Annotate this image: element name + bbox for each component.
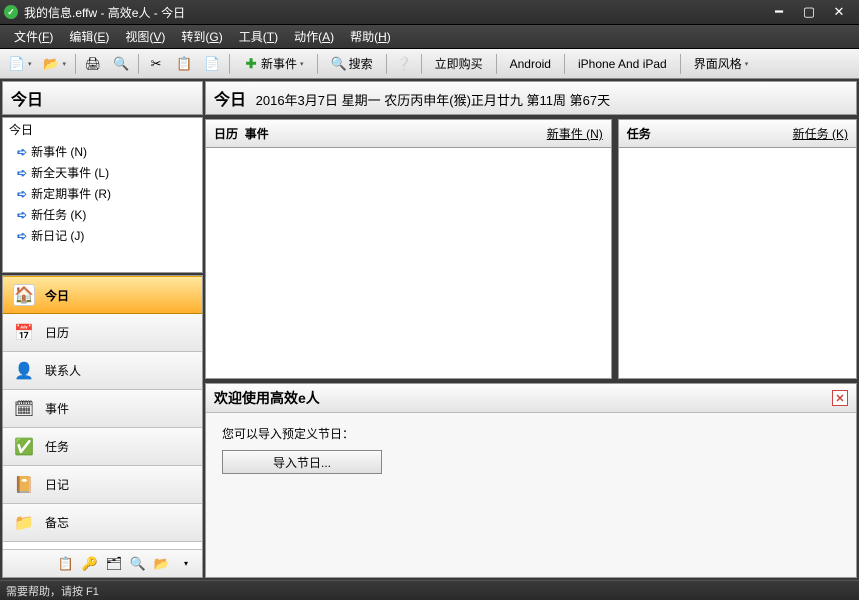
nav-list: 🏠今日 📅日历 👤联系人 🗓事件 ✅任务 📔日记 📁备忘 📋 🔑 🗂 🔍 📂 ▾ [2,275,203,578]
maximize-button[interactable]: ▢ [799,5,819,19]
welcome-close-button[interactable]: ✕ [832,390,848,406]
nav-diary[interactable]: 📔日记 [3,466,202,504]
help-icon: ❔ [396,56,412,72]
date-text: 2016年3月7日 星期一 农历丙申年(猴)正月廿九 第11周 第67天 [256,93,610,108]
help-button[interactable]: ❔ [391,53,417,75]
date-header: 今日 2016年3月7日 星期一 农历丙申年(猴)正月廿九 第11周 第67天 [205,81,857,115]
tree-item[interactable]: ➪新日记 (J) [3,225,202,246]
new-event-button[interactable]: ✚新事件▾ [234,53,313,75]
event-label: 事件 [245,125,269,142]
nav-footer: 📋 🔑 🗂 🔍 📂 ▾ [3,549,202,577]
close-button[interactable]: ✕ [829,5,849,19]
status-text: 需要帮助，请按 F1 [6,583,99,599]
tree-item[interactable] [3,246,202,264]
open-button[interactable]: 📂▾ [39,53,72,75]
calendar-label: 日历 [214,125,238,142]
tree-item[interactable]: ➪新事件 (N) [3,141,202,162]
import-holidays-button[interactable]: 导入节日... [222,450,382,474]
tree-item[interactable]: ➪新定期事件 (R) [3,183,202,204]
tasks-icon: ✅ [13,436,35,458]
search-button[interactable]: 🔍搜索 [322,53,382,75]
menubar: 文件(F) 编辑(E) 视图(V) 转到(G) 工具(T) 动作(A) 帮助(H… [0,25,859,49]
welcome-title: 欢迎使用高效e人 [214,388,320,408]
tree-item[interactable]: ➪新全天事件 (L) [3,162,202,183]
print-button[interactable]: 🖨 [80,53,106,75]
tree-root[interactable]: 今日 [3,118,202,141]
events-column-header: 日历 事件 新事件 (N) [205,119,612,148]
iphone-button[interactable]: iPhone And iPad [569,53,676,75]
minimize-button[interactable]: ━ [769,5,789,19]
paste-button[interactable]: 📄 [199,53,225,75]
nav-contacts[interactable]: 👤联系人 [3,352,202,390]
cut-button[interactable]: ✂ [143,53,169,75]
task-label: 任务 [627,125,651,142]
arrow-right-icon: ➪ [17,166,27,180]
events-list-body[interactable] [205,148,612,379]
new-event-link[interactable]: 新事件 (N) [547,125,603,142]
arrow-right-icon: ➪ [17,145,27,159]
nav-today[interactable]: 🏠今日 [3,276,202,314]
skin-button[interactable]: 界面风格▾ [685,53,758,75]
buy-now-button[interactable]: 立即购买 [426,53,492,75]
new-doc-icon: 📄 [9,56,25,72]
menu-goto[interactable]: 转到(G) [173,26,230,47]
today-label: 今日 [214,92,246,109]
notes-icon: 📁 [13,512,35,534]
tree-item[interactable]: ➪新任务 (K) [3,204,202,225]
tree-area[interactable]: 今日 ➪新事件 (N) ➪新全天事件 (L) ➪新定期事件 (R) ➪新任务 (… [2,117,203,273]
arrow-right-icon: ➪ [17,208,27,222]
arrow-right-icon: ➪ [17,187,27,201]
print-icon: 🖨 [85,56,101,72]
tasks-list-body[interactable] [618,148,857,379]
arrow-right-icon: ➪ [17,229,27,243]
menu-view[interactable]: 视图(V) [117,26,173,47]
nav-events[interactable]: 🗓事件 [3,390,202,428]
welcome-panel: 欢迎使用高效e人 ✕ 您可以导入预定义节日： 导入节日... [205,383,857,578]
paste-icon: 📄 [204,56,220,72]
menu-action[interactable]: 动作(A) [286,26,342,47]
new-doc-button[interactable]: 📄▾ [4,53,37,75]
footer-icon-3[interactable]: 🗂 [106,556,122,572]
nav-calendar[interactable]: 📅日历 [3,314,202,352]
folder-open-icon: 📂 [44,56,60,72]
nav-tasks[interactable]: ✅任务 [3,428,202,466]
footer-icon-5[interactable]: 📂 [154,556,170,572]
preview-icon: 🔍 [113,56,129,72]
copy-button[interactable]: 📋 [171,53,197,75]
contacts-icon: 👤 [13,360,35,382]
preview-button[interactable]: 🔍 [108,53,134,75]
footer-icon-4[interactable]: 🔍 [130,556,146,572]
footer-icon-2[interactable]: 🔑 [82,556,98,572]
plus-icon: ✚ [243,56,259,72]
menu-help[interactable]: 帮助(H) [342,26,399,47]
new-task-link[interactable]: 新任务 (K) [793,125,848,142]
app-icon: ✓ [4,5,18,19]
menu-tools[interactable]: 工具(T) [231,26,286,47]
window-title: 我的信息.effw - 高效e人 - 今日 [24,4,769,21]
home-icon: 🏠 [13,284,35,306]
tasks-column-header: 任务 新任务 (K) [618,119,857,148]
titlebar: ✓ 我的信息.effw - 高效e人 - 今日 ━ ▢ ✕ [0,0,859,25]
search-icon: 🔍 [331,56,347,72]
menu-file[interactable]: 文件(F) [6,26,61,47]
calendar-icon: 📅 [13,322,35,344]
nav-expand-icon[interactable]: ▾ [178,556,194,572]
statusbar: 需要帮助，请按 F1 [0,580,859,600]
footer-icon-1[interactable]: 📋 [58,556,74,572]
copy-icon: 📋 [176,56,192,72]
toolbar: 📄▾ 📂▾ 🖨 🔍 ✂ 📋 📄 ✚新事件▾ 🔍搜索 ❔ 立即购买 Android… [0,49,859,79]
diary-icon: 📔 [13,474,35,496]
left-panel-title: 今日 [2,81,203,115]
android-button[interactable]: Android [501,53,560,75]
menu-edit[interactable]: 编辑(E) [61,26,117,47]
cut-icon: ✂ [148,56,164,72]
events-icon: 🗓 [13,398,35,420]
nav-notes[interactable]: 📁备忘 [3,504,202,542]
welcome-desc: 您可以导入预定义节日： [222,425,840,442]
